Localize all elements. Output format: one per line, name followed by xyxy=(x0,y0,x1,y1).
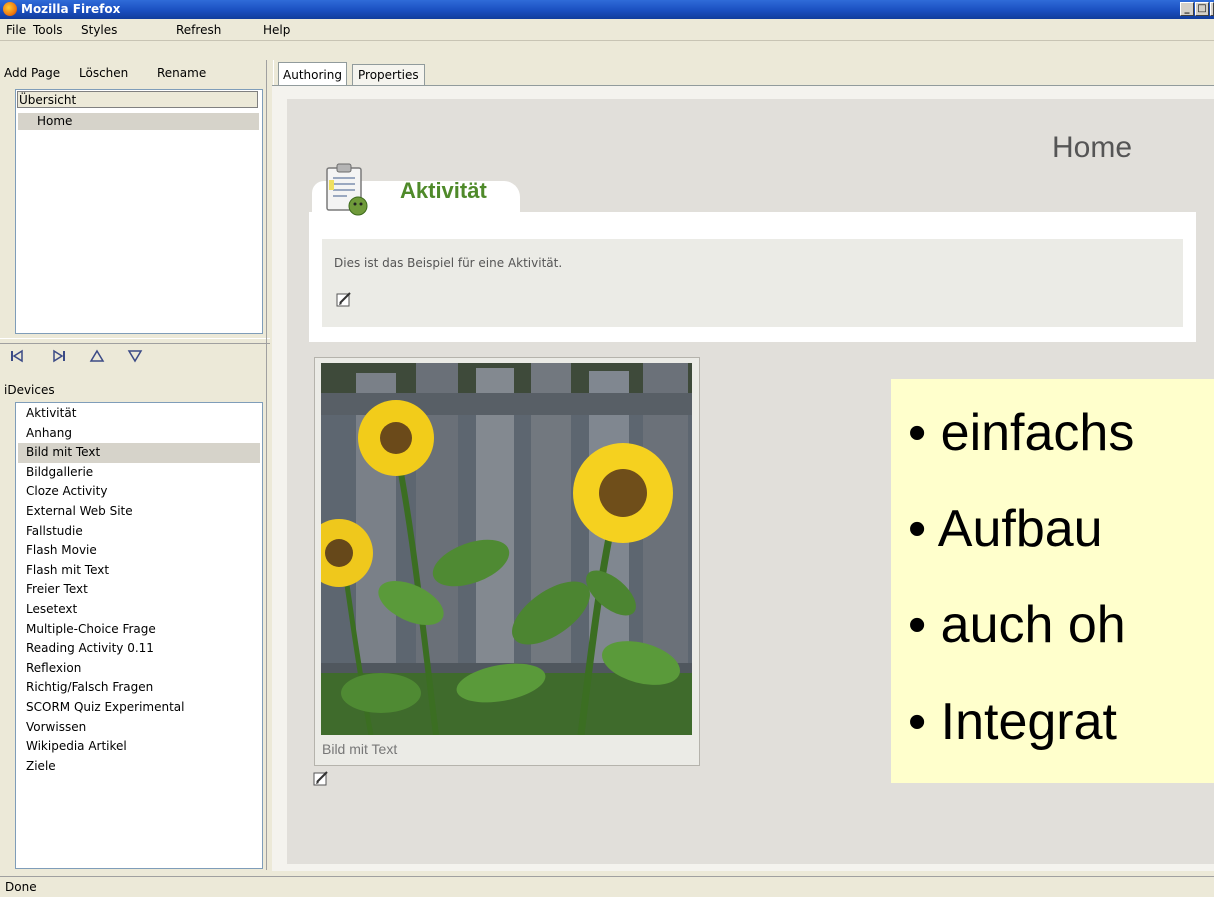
bullet-item: • auch oh xyxy=(908,596,1126,654)
idevice-item[interactable]: Richtig/Falsch Fragen xyxy=(18,678,260,698)
menu-help[interactable]: Help xyxy=(263,23,290,37)
bullet-item: • einfachs xyxy=(908,404,1135,462)
activity-clipboard-icon xyxy=(326,163,368,216)
maximize-button[interactable]: □ xyxy=(1195,2,1209,16)
activity-heading: Aktivität xyxy=(400,178,487,203)
move-down-icon[interactable] xyxy=(126,349,144,365)
menu-refresh[interactable]: Refresh xyxy=(176,23,221,37)
idevice-item[interactable]: Reading Activity 0.11 xyxy=(18,639,260,659)
idevice-item[interactable]: Freier Text xyxy=(18,580,260,600)
idevice-item[interactable]: Wikipedia Artikel xyxy=(18,737,260,757)
skip-start-icon[interactable] xyxy=(8,349,26,365)
edit-image-icon[interactable] xyxy=(313,771,329,786)
idevice-item[interactable]: Flash mit Text xyxy=(18,561,260,581)
idevice-item[interactable]: Aktivität xyxy=(18,404,260,424)
title-bar: Mozilla Firefox _ □ xyxy=(0,0,1214,19)
tree-item-home[interactable]: Home xyxy=(18,113,259,130)
move-up-icon[interactable] xyxy=(88,349,106,365)
idevice-item[interactable]: Fallstudie xyxy=(18,522,260,542)
window-title: Mozilla Firefox xyxy=(21,2,121,16)
minimize-button[interactable]: _ xyxy=(1180,2,1194,16)
activity-text: Dies ist das Beispiel für eine Aktivität… xyxy=(334,256,563,270)
outline-toolbar: Add Page Löschen Rename xyxy=(0,62,270,86)
skip-end-icon[interactable] xyxy=(50,349,68,365)
idevice-item[interactable]: Bildgallerie xyxy=(18,463,260,483)
idevice-item[interactable]: Multiple-Choice Frage xyxy=(18,620,260,640)
tree-item-overview[interactable]: Übersicht xyxy=(17,91,258,108)
idevice-item[interactable]: Cloze Activity xyxy=(18,482,260,502)
firefox-icon xyxy=(3,2,17,16)
idevices-label: iDevices xyxy=(4,383,55,397)
tab-properties[interactable]: Properties xyxy=(352,64,425,87)
sunflower-image xyxy=(321,363,692,735)
idevice-item[interactable]: External Web Site xyxy=(18,502,260,522)
slide-bullet-overlay: • einfachs • Aufbau • auch oh • Integrat xyxy=(891,379,1214,783)
idevice-item[interactable]: Reflexion xyxy=(18,659,260,679)
idevice-item[interactable]: Bild mit Text xyxy=(18,443,260,463)
image-caption: Bild mit Text xyxy=(322,741,398,757)
idevice-item[interactable]: SCORM Quiz Experimental xyxy=(18,698,260,718)
close-button[interactable] xyxy=(1210,2,1214,16)
menu-file[interactable]: File xyxy=(6,23,26,37)
bullet-item: • Aufbau xyxy=(908,500,1103,558)
status-text: Done xyxy=(5,880,37,894)
bullet-item: • Integrat xyxy=(908,693,1117,751)
menu-bar: File Tools Styles Refresh Help xyxy=(0,19,1214,41)
idevice-item[interactable]: Anhang xyxy=(18,424,260,444)
status-bar: Done xyxy=(0,876,1214,897)
menu-styles[interactable]: Styles xyxy=(81,23,117,37)
page-title: Home xyxy=(1052,131,1133,164)
add-page-button[interactable]: Add Page xyxy=(4,66,60,80)
idevice-item[interactable]: Lesetext xyxy=(18,600,260,620)
idevice-item[interactable]: Vorwissen xyxy=(18,718,260,738)
delete-page-button[interactable]: Löschen xyxy=(79,66,128,80)
idevice-item[interactable]: Flash Movie xyxy=(18,541,260,561)
outline-nav-buttons xyxy=(0,343,270,371)
page-outline-tree[interactable]: Übersicht Home xyxy=(15,89,263,334)
idevice-item[interactable]: Ziele xyxy=(18,757,260,777)
activity-body xyxy=(322,239,1183,327)
edit-activity-icon[interactable] xyxy=(336,292,352,307)
menu-tools[interactable]: Tools xyxy=(33,23,63,37)
rename-page-button[interactable]: Rename xyxy=(157,66,206,80)
tab-authoring[interactable]: Authoring xyxy=(278,62,347,86)
idevices-list[interactable]: Aktivität Anhang Bild mit Text Bildgallerie… xyxy=(15,402,263,869)
